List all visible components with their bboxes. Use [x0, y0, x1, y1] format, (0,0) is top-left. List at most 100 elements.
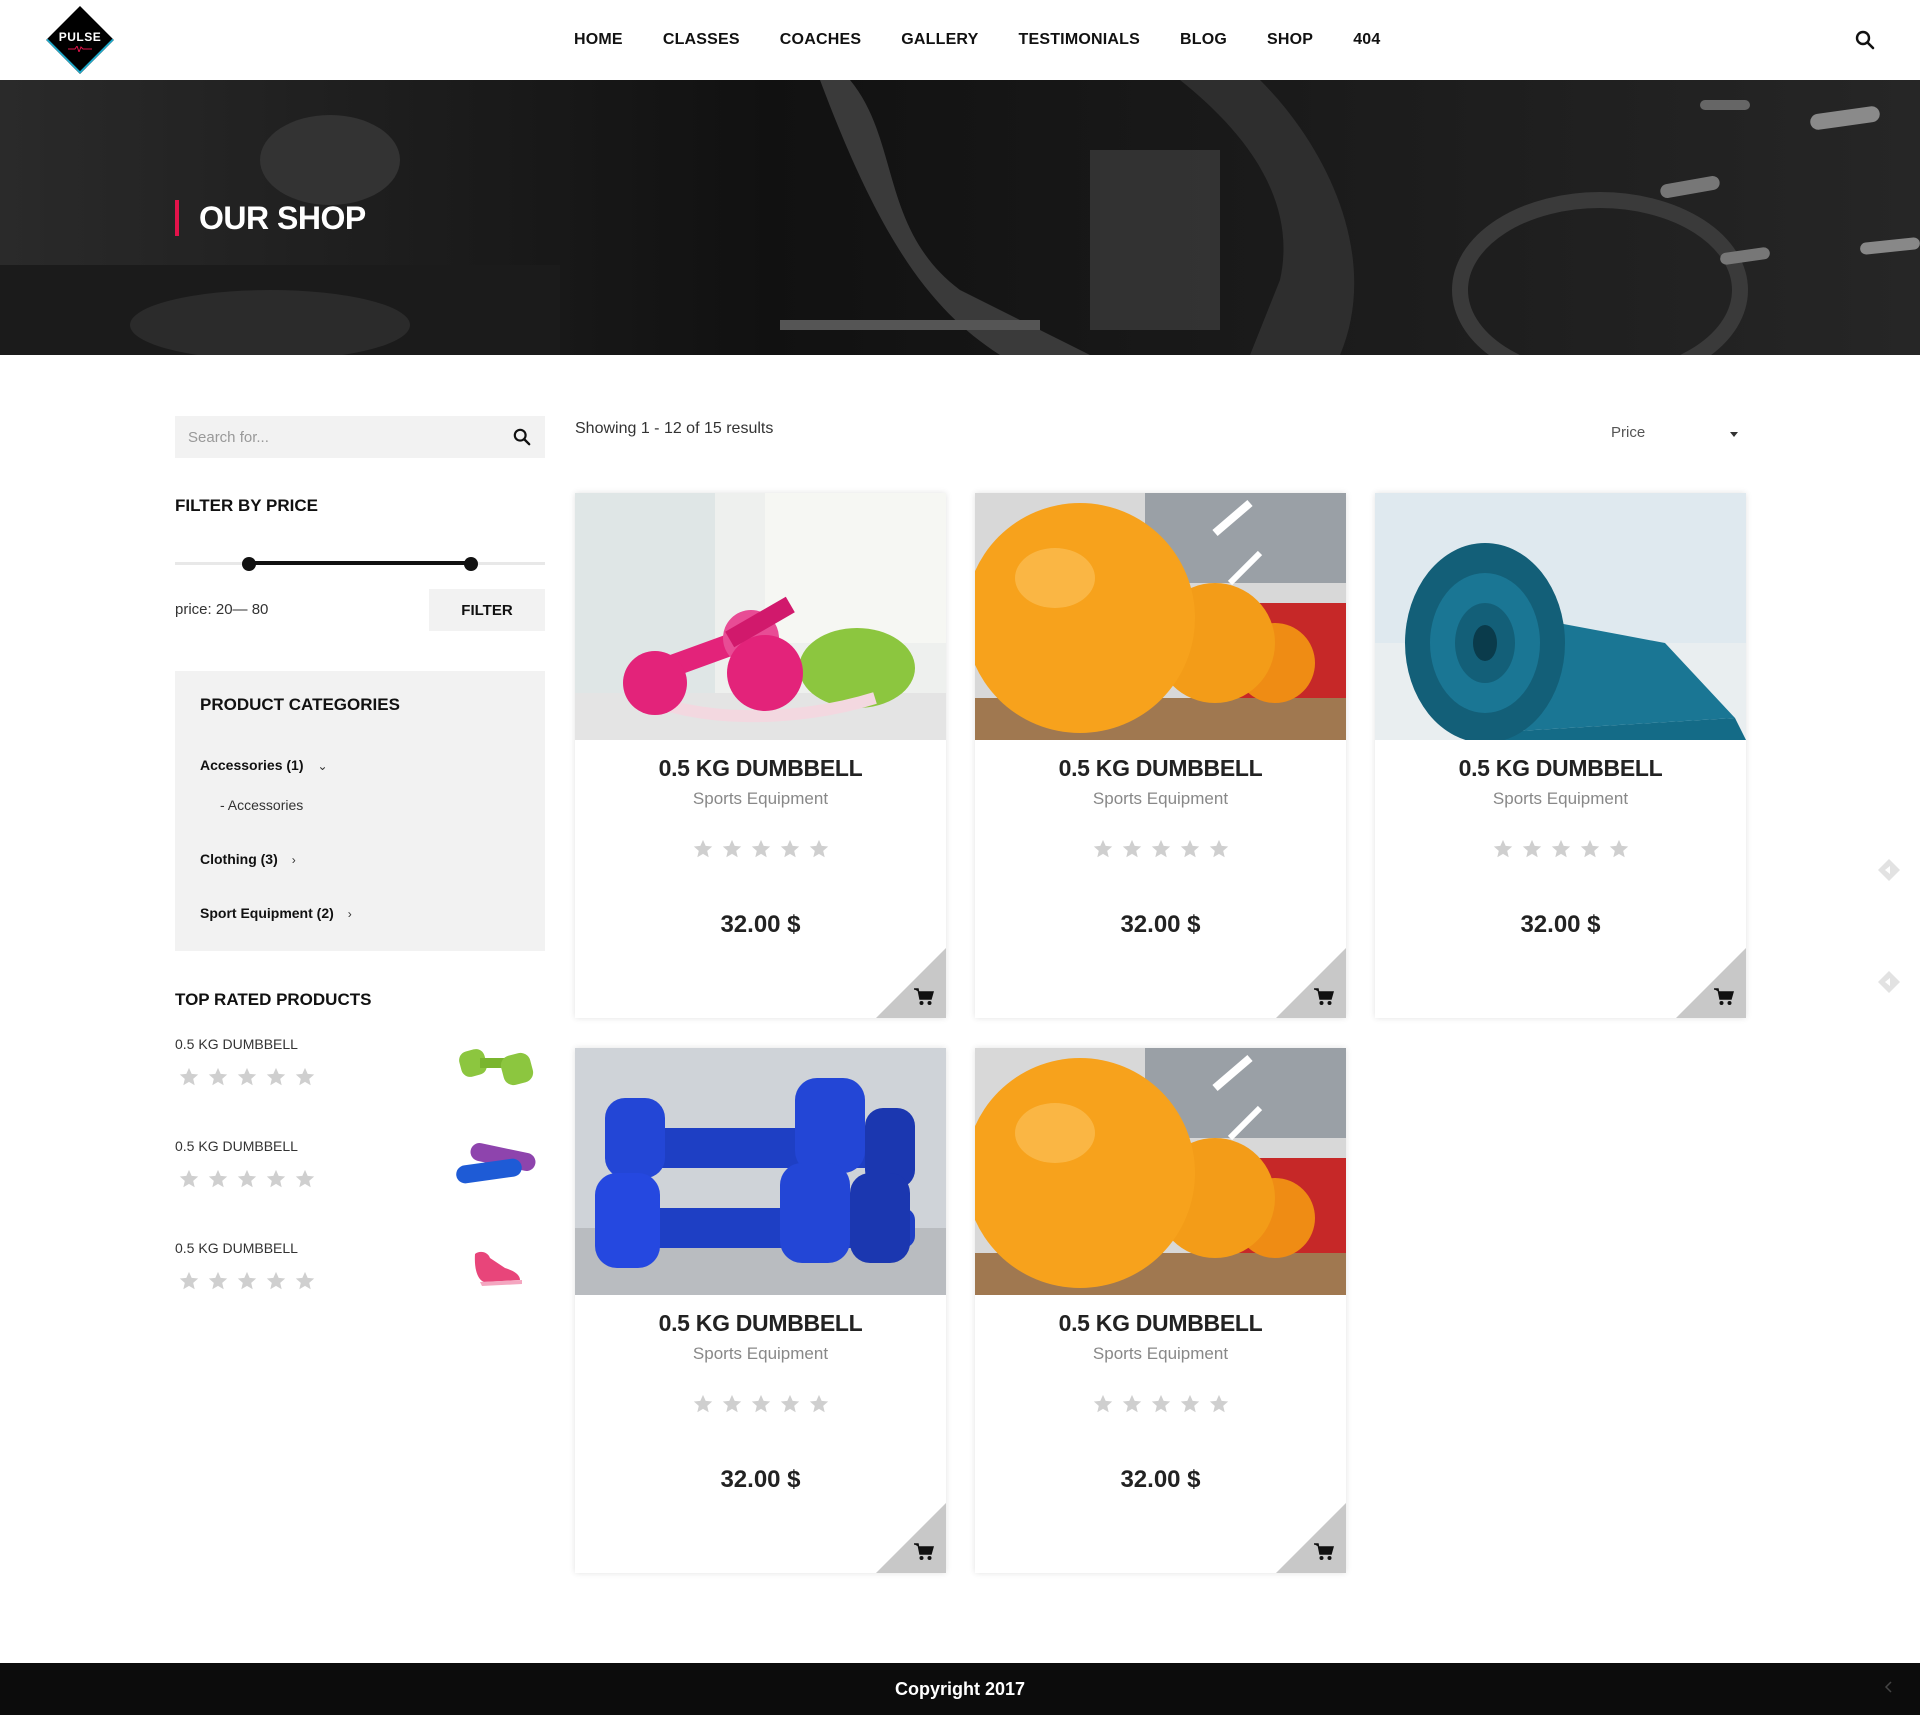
star-icon — [179, 1067, 199, 1086]
product-image-pink-dumbbells[interactable] — [575, 493, 946, 740]
main-nav: HOME CLASSES COACHES GALLERY TESTIMONIAL… — [574, 0, 1420, 80]
product-title[interactable]: 0.5 KG DUMBBELL — [575, 1310, 946, 1337]
pink-sneaker-image[interactable] — [450, 1236, 545, 1296]
star-icon — [266, 1271, 286, 1290]
page-hero: OUR SHOP — [0, 80, 1920, 355]
product-card[interactable]: 0.5 KG DUMBBELL Sports Equipment 32.00 $ — [575, 1048, 946, 1573]
product-image-blue-dumbbells[interactable] — [575, 1048, 946, 1295]
product-title[interactable]: 0.5 KG DUMBBELL — [975, 755, 1346, 782]
product-category: Sports Equipment — [692, 789, 829, 808]
nav-classes[interactable]: CLASSES — [663, 31, 740, 49]
star-icon — [1093, 1394, 1112, 1413]
search-icon[interactable] — [513, 428, 531, 446]
product-card[interactable]: 0.5 KG DUMBBELL Sports Equipment 32.00 $ — [1375, 493, 1746, 1018]
price-slider — [175, 553, 545, 573]
star-icon — [295, 1169, 315, 1188]
star-icon — [179, 1169, 199, 1188]
search-input[interactable] — [175, 416, 505, 458]
star-icon — [208, 1271, 228, 1290]
category-accessories[interactable]: Accessories (1) ⌄ — [200, 757, 328, 773]
slider-handle-min[interactable] — [242, 557, 256, 571]
star-icon — [1522, 839, 1541, 858]
product-price: 32.00 $ — [720, 911, 801, 938]
star-icon — [266, 1067, 286, 1086]
product-card[interactable]: 0.5 KG DUMBBELL Sports Equipment 32.00 $ — [975, 1048, 1346, 1573]
top-rated-item-name[interactable]: 0.5 KG DUMBBELL — [175, 1138, 298, 1154]
sort-selected: Price — [1611, 424, 1646, 441]
subcategory-accessories[interactable]: - Accessories — [220, 797, 303, 813]
rating-stars — [1375, 838, 1746, 860]
pulse-line-icon — [68, 46, 92, 52]
product-title[interactable]: 0.5 KG DUMBBELL — [975, 1310, 1346, 1337]
star-icon — [1180, 1394, 1199, 1413]
rating-stars — [975, 1393, 1346, 1415]
cart-corner — [1276, 1503, 1346, 1573]
product-image-orange-balls[interactable] — [975, 1048, 1346, 1295]
nav-coaches[interactable]: COACHES — [780, 31, 861, 49]
floating-tag-icon[interactable] — [1876, 969, 1902, 995]
nav-blog[interactable]: BLOG — [1180, 31, 1227, 49]
nav-404[interactable]: 404 — [1353, 31, 1380, 49]
green-dumbbell-image[interactable] — [450, 1032, 545, 1092]
product-image-orange-balls[interactable] — [975, 493, 1346, 740]
yoga-mats-image[interactable] — [450, 1134, 545, 1194]
star-icon — [1580, 839, 1599, 858]
product-category: Sports Equipment — [1092, 1344, 1229, 1363]
chevron-down-icon[interactable]: ⌄ — [318, 759, 328, 773]
cart-icon[interactable] — [1314, 1543, 1334, 1561]
cart-icon[interactable] — [1314, 988, 1334, 1006]
cart-corner — [876, 948, 946, 1018]
product-title[interactable]: 0.5 KG DUMBBELL — [575, 755, 946, 782]
rating-stars — [575, 838, 946, 860]
star-icon — [208, 1169, 228, 1188]
product-price: 32.00 $ — [1120, 1466, 1201, 1493]
star-icon — [722, 1394, 741, 1413]
product-image-blue-mat[interactable] — [1375, 493, 1746, 740]
product-category: Sports Equipment — [692, 1344, 829, 1363]
product-title[interactable]: 0.5 KG DUMBBELL — [1375, 755, 1746, 782]
rating-stars — [178, 1168, 323, 1190]
star-icon — [1151, 1394, 1170, 1413]
product-card[interactable]: 0.5 KG DUMBBELL Sports Equipment 32.00 $ — [975, 493, 1346, 1018]
category-clothing[interactable]: Clothing (3) › — [200, 851, 296, 867]
nav-home[interactable]: HOME — [574, 31, 623, 49]
chevron-left-icon[interactable] — [1880, 1677, 1896, 1697]
cart-icon[interactable] — [914, 1543, 934, 1561]
star-icon — [179, 1271, 199, 1290]
results-count: Showing 1 - 12 of 15 results — [575, 420, 774, 437]
floating-tag-icon[interactable] — [1876, 857, 1902, 883]
search-icon[interactable] — [1855, 30, 1875, 50]
rating-stars — [575, 1393, 946, 1415]
star-icon — [693, 1394, 712, 1413]
star-icon — [722, 839, 741, 858]
star-icon — [751, 1394, 770, 1413]
nav-shop[interactable]: SHOP — [1267, 31, 1313, 49]
pulse-logo[interactable]: PULSE — [46, 6, 114, 74]
star-icon — [1122, 1394, 1141, 1413]
cart-icon[interactable] — [914, 988, 934, 1006]
product-card[interactable]: 0.5 KG DUMBBELL Sports Equipment 32.00 $ — [575, 493, 946, 1018]
product-category: Sports Equipment — [1492, 789, 1629, 808]
nav-testimonials[interactable]: TESTIMONIALS — [1018, 31, 1140, 49]
product-category: Sports Equipment — [1092, 789, 1229, 808]
star-icon — [1551, 839, 1570, 858]
top-rated-item-name[interactable]: 0.5 KG DUMBBELL — [175, 1240, 298, 1256]
chevron-right-icon[interactable]: › — [348, 907, 352, 921]
cart-corner — [876, 1503, 946, 1573]
cart-icon[interactable] — [1714, 988, 1734, 1006]
filter-button[interactable]: FILTER — [429, 589, 545, 631]
star-icon — [1093, 839, 1112, 858]
rating-stars — [975, 838, 1346, 860]
slider-handle-max[interactable] — [464, 557, 478, 571]
cart-corner — [1676, 948, 1746, 1018]
chevron-right-icon[interactable]: › — [292, 853, 296, 867]
star-icon — [1151, 839, 1170, 858]
rating-stars — [178, 1270, 323, 1292]
category-sport-equipment[interactable]: Sport Equipment (2) › — [200, 905, 352, 921]
nav-gallery[interactable]: GALLERY — [901, 31, 978, 49]
star-icon — [693, 839, 712, 858]
sort-select[interactable]: Price — [1611, 424, 1746, 441]
caret-down-icon — [1730, 432, 1738, 437]
product-categories: PRODUCT CATEGORIES Accessories (1) ⌄ - Ac… — [175, 671, 545, 951]
top-rated-item-name[interactable]: 0.5 KG DUMBBELL — [175, 1036, 298, 1052]
